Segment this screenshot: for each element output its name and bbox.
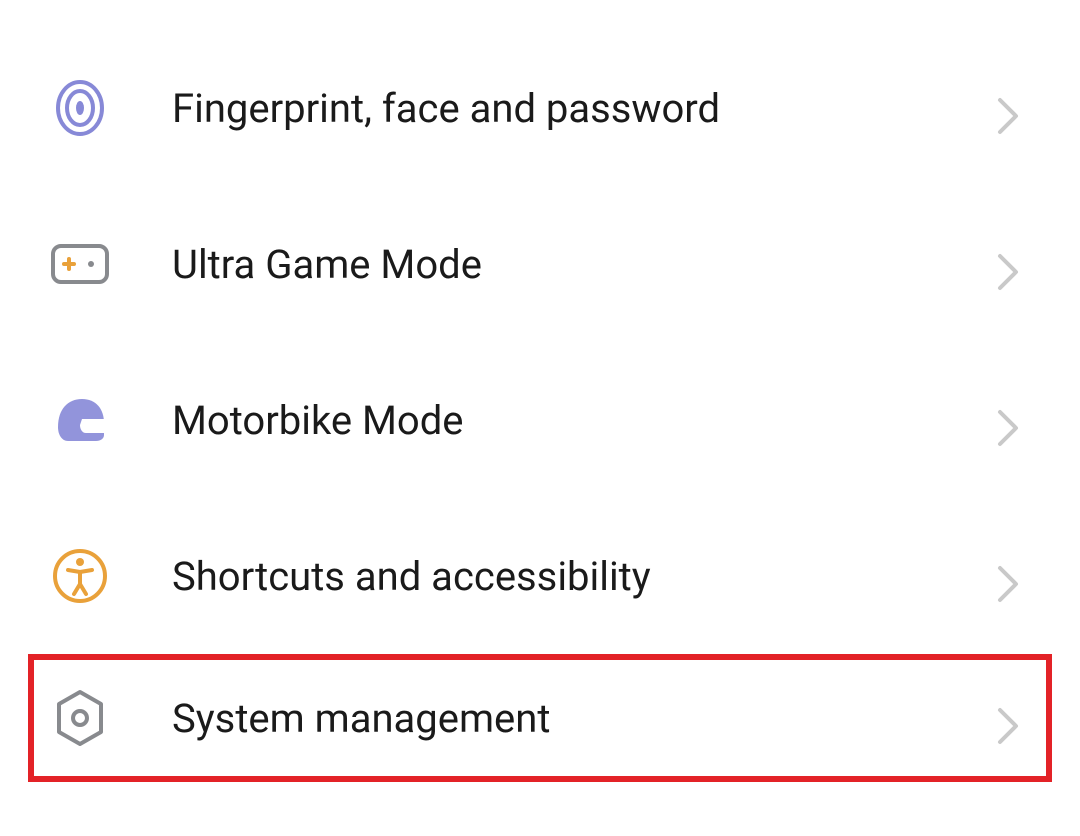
helmet-icon: [50, 390, 110, 450]
accessibility-icon: [50, 546, 110, 606]
chevron-right-icon: [996, 96, 1020, 120]
item-label: Motorbike Mode: [172, 397, 996, 444]
item-label: Ultra Game Mode: [172, 241, 996, 288]
settings-item-accessibility[interactable]: Shortcuts and accessibility: [0, 498, 1080, 654]
chevron-right-icon: [996, 564, 1020, 588]
item-label: System management: [172, 695, 996, 742]
item-label: Fingerprint, face and password: [172, 85, 996, 132]
gamepad-icon: [50, 234, 110, 294]
item-label: Shortcuts and accessibility: [172, 553, 996, 600]
settings-gear-icon: [50, 688, 110, 748]
settings-item-fingerprint[interactable]: Fingerprint, face and password: [0, 30, 1080, 186]
settings-item-motorbike[interactable]: Motorbike Mode: [0, 342, 1080, 498]
chevron-right-icon: [996, 706, 1020, 730]
settings-item-system-management[interactable]: System management: [28, 654, 1052, 782]
settings-list: Fingerprint, face and password Ultra Gam…: [0, 0, 1080, 812]
chevron-right-icon: [996, 408, 1020, 432]
fingerprint-icon: [50, 78, 110, 138]
settings-item-game-mode[interactable]: Ultra Game Mode: [0, 186, 1080, 342]
chevron-right-icon: [996, 252, 1020, 276]
